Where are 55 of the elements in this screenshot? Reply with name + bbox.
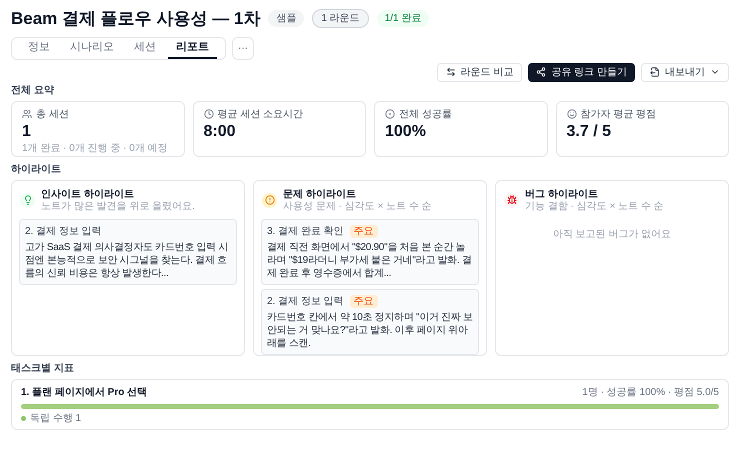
highlight-text: 카드번호 칸에서 약 10초 정지하며 "이거 진짜 보안되는 거 맞나요?"라고 발화. 이후 페이지 위아래를 스캔. xyxy=(267,310,473,350)
severity-tag: 주요 xyxy=(350,224,378,238)
highlight-text: 결제 직전 화면에서 "$20.90"을 처음 본 순간 놀라며 "$19라더니 부가세 붙은 거네"라고 발화. 결제 완료 후 영수증에서 합계... xyxy=(267,240,473,280)
tab[interactable]: 정보 xyxy=(20,38,58,58)
stat-label: 평균 세션 소요시간 xyxy=(218,108,304,122)
stat-note: 1개 완료 · 0개 진행 중 · 0개 예정 xyxy=(22,142,169,154)
panel-title: 문제 하이라이트 xyxy=(283,188,357,200)
highlight-card[interactable]: 3. 결제 완료 확인 주요 결제 직전 화면에서 "$20.90"을 처음 본 순간 놀라며 "$19라더니 부가세 붙은 거네"라고 발화. 결제 완료 후 영수증에서 합계... xyxy=(261,218,479,284)
panel-title: 버그 하이라이트 xyxy=(525,188,599,200)
section-heading: 전체 요약 xyxy=(11,84,55,96)
stat-value: 100% xyxy=(385,122,427,142)
task-label: 3. 결제 완료 확인 xyxy=(267,224,344,238)
bug-icon xyxy=(504,192,519,208)
highlight-text: 고가 SaaS 결제 의사결정자도 카드번호 입력 시점엔 본능적으로 보안 시그널을 찾는다. 결제 흐름의 신뢰 비용은 항상 발생한다... xyxy=(25,240,230,280)
tab[interactable]: 시나리오 xyxy=(62,38,122,58)
clock-icon xyxy=(204,109,214,119)
compare-button[interactable]: 라운드 비교 xyxy=(436,62,522,82)
task-stats: 1명 · 성공률 100% · 평점 5.0/5 xyxy=(582,386,719,400)
panel-subtitle: 사용성 문제 · 심각도 × 노트 수 순 xyxy=(283,200,432,212)
stat-label: 참가자 평균 평점 xyxy=(580,108,656,122)
panel-subtitle: 기능 결함 · 심각도 × 노트 수 순 xyxy=(525,200,664,212)
highlight-card[interactable]: 2. 결제 정보 입력 주요 카드번호 칸에서 약 10초 정지하며 "이거 진짜 보안되는 거 맞나요?"라고 발화. 이후 페이지 위아래를 스캔. xyxy=(261,288,479,354)
stat-label: 전체 성공률 xyxy=(399,108,452,122)
lightbulb-icon xyxy=(20,192,35,208)
stat-value: 8:00 xyxy=(204,122,237,142)
stat-label: 총 세션 xyxy=(36,108,69,122)
highlight-card[interactable]: 2. 결제 정보 입력 고가 SaaS 결제 의사결정자도 카드번호 입력 시점엔 본능적으로 보안 시그널을 찾는다. 결제 흐름의 신뢰 비용은 항상 발생한다... xyxy=(19,218,237,284)
status-badge: 1 라운드 xyxy=(312,9,369,28)
status-badge: 1/1 완료 xyxy=(376,10,430,28)
share-link-button[interactable]: 공유 링크 만들기 xyxy=(528,62,635,82)
tab[interactable]: 세션 xyxy=(126,38,164,58)
smile-icon xyxy=(566,109,576,119)
users-icon xyxy=(22,109,32,119)
task-label: 2. 결제 정보 입력 xyxy=(267,294,344,308)
swap-icon xyxy=(446,67,456,77)
export-button[interactable]: 내보내기 xyxy=(641,62,729,82)
legend-label: 독립 수행 1 xyxy=(30,412,82,426)
stat-value: 3.7 / 5 xyxy=(566,122,612,142)
tab[interactable]: 리포트 xyxy=(168,38,217,58)
more-button[interactable]: ··· xyxy=(232,36,254,60)
stat-value: 1 xyxy=(22,122,32,142)
share-icon xyxy=(536,67,546,77)
panel-title: 인사이트 하이라이트 xyxy=(41,188,135,200)
section-heading: 태스크별 지표 xyxy=(11,362,75,374)
status-badge: 샘플 xyxy=(268,10,304,28)
alert-icon xyxy=(262,192,277,208)
severity-tag: 주요 xyxy=(350,294,378,308)
section-heading: 하이라이트 xyxy=(11,162,62,176)
page-title: Beam 결제 플로우 사용성 — 1차 xyxy=(11,8,260,30)
panel-subtitle: 노트가 많은 발견을 위로 올렸어요. xyxy=(41,200,195,212)
task-name: 1. 플랜 페이지에서 Pro 선택 xyxy=(21,386,148,400)
export-icon xyxy=(650,67,660,77)
task-label: 2. 결제 정보 입력 xyxy=(25,224,102,238)
empty-message: 아직 보고된 버그가 없어요 xyxy=(552,228,672,242)
circle-icon xyxy=(385,109,395,119)
